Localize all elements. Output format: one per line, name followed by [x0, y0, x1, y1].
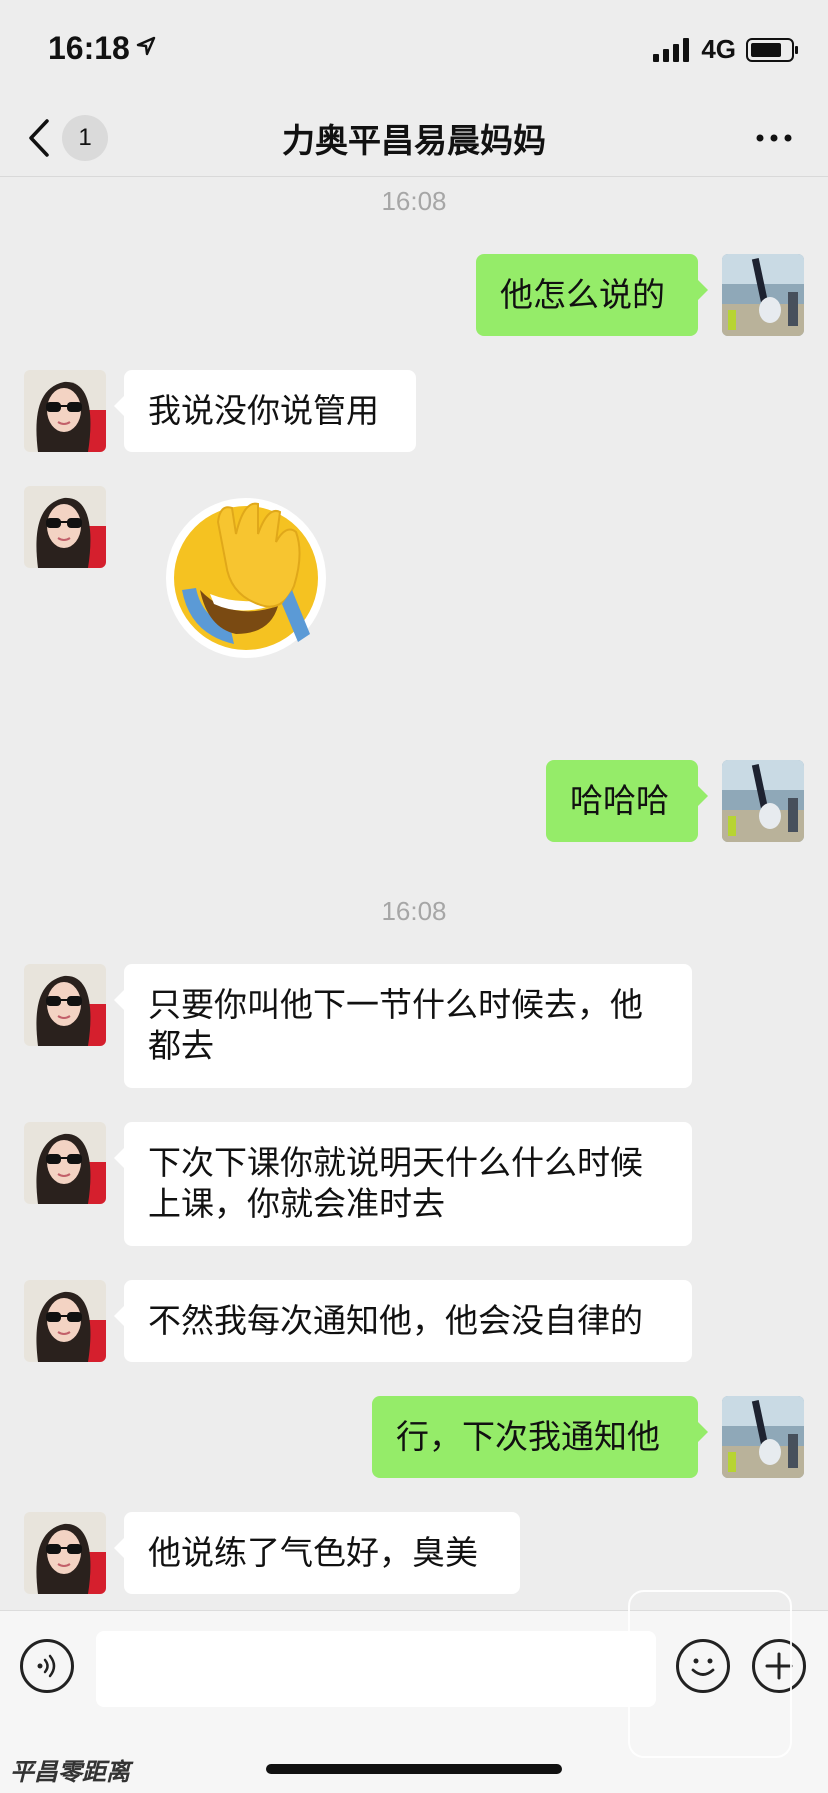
avatar-contact[interactable] — [24, 370, 106, 452]
avatar-self-image — [722, 254, 804, 336]
message-timestamp: 16:08 — [381, 896, 447, 926]
message-bubble-contact[interactable]: 下次下课你就说明天什么什么时候上课，你就会准时去 — [114, 1122, 692, 1246]
avatar-self[interactable] — [722, 254, 804, 336]
message-timestamp: 16:08 — [381, 186, 447, 216]
voice-button[interactable] — [20, 1639, 74, 1693]
chat-nav-bar: 1 力奥平昌易晨妈妈 — [0, 100, 828, 177]
avatar-contact-image — [24, 1280, 106, 1362]
watermark-text: 平昌零距离 — [10, 1759, 130, 1786]
chat-title: 力奥平昌易晨妈妈 — [282, 122, 546, 159]
home-indicator[interactable] — [266, 1764, 562, 1774]
message-bubble-contact[interactable]: 他说练了气色好，臭美 — [114, 1512, 520, 1594]
battery-level — [751, 42, 781, 57]
message-bubble-contact[interactable]: 不然我每次通知他，他会没自律的 — [114, 1280, 692, 1362]
avatar-self-image — [722, 1396, 804, 1478]
avatar-contact[interactable] — [24, 1122, 106, 1204]
message-bubble-self[interactable]: 哈哈哈 — [546, 760, 708, 842]
avatar-contact-image — [24, 964, 106, 1046]
facepalm-laughing-sticker[interactable] — [160, 494, 336, 660]
avatar-contact[interactable] — [24, 486, 106, 568]
avatar-contact-image — [24, 1122, 106, 1204]
status-time: 16:18 — [48, 30, 130, 66]
more-options-icon[interactable] — [754, 120, 794, 156]
avatar-self-image — [722, 760, 804, 842]
avatar-self[interactable] — [722, 1396, 804, 1478]
status-indicators: 4G — [653, 34, 798, 65]
signal-icon — [653, 37, 690, 62]
avatar-self[interactable] — [722, 760, 804, 842]
network-type: 4G — [701, 34, 736, 64]
battery-icon — [746, 37, 798, 62]
avatar-contact[interactable] — [24, 964, 106, 1046]
message-bubble-contact[interactable]: 只要你叫他下一节什么时候去，他都去 — [114, 964, 692, 1088]
message-bubble-self[interactable]: 行，下次我通知他 — [372, 1396, 708, 1478]
message-input[interactable] — [96, 1631, 656, 1707]
avatar-contact-image — [24, 370, 106, 452]
watermark-logo — [628, 1590, 792, 1758]
location-arrow-icon — [136, 36, 156, 56]
voice-icon — [37, 1654, 56, 1678]
status-bar: 16:18 4G — [0, 0, 828, 100]
message-bubble-self[interactable]: 他怎么说的 — [476, 254, 708, 336]
avatar-contact[interactable] — [24, 1512, 106, 1594]
avatar-contact-image — [24, 486, 106, 568]
avatar-contact[interactable] — [24, 1280, 106, 1362]
message-bubble-contact[interactable]: 我说没你说管用 — [114, 370, 416, 452]
avatar-contact-image — [24, 1512, 106, 1594]
